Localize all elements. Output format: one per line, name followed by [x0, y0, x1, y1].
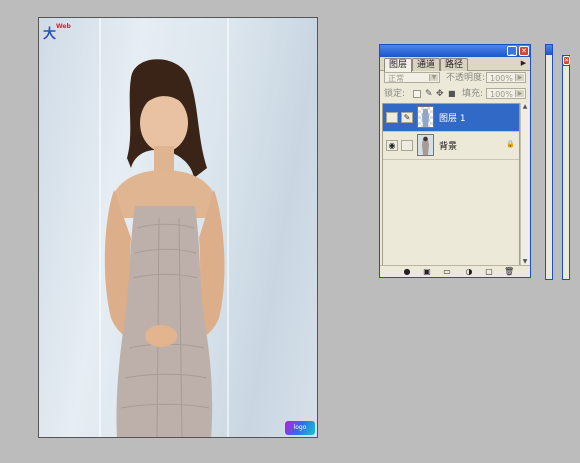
link-icon[interactable]: ● — [402, 267, 412, 276]
link-slot — [401, 140, 413, 151]
eye-icon[interactable]: ◉ — [386, 140, 398, 151]
layer-style-icon[interactable]: ▣ — [422, 267, 432, 276]
lock-transparency-icon[interactable] — [413, 90, 421, 98]
layer-row-layer1[interactable]: ✎ 图层 1 — [383, 104, 519, 132]
layer-list-scrollbar[interactable]: ▲ ▼ — [520, 103, 529, 266]
visibility-toggle-empty[interactable] — [386, 112, 398, 123]
blend-row: 正常 ▼ 不透明度: 100% ▶ — [380, 71, 530, 85]
lock-label: 锁定: — [384, 89, 406, 99]
layer-name: 背景 — [439, 142, 458, 152]
opacity-input[interactable]: 100% ▶ — [486, 72, 526, 83]
dropdown-arrow-icon: ▼ — [429, 74, 438, 81]
panel-titlebar[interactable]: _ ✕ — [380, 45, 530, 57]
tab-channels[interactable]: 通道 — [412, 58, 441, 71]
lock-paint-icon[interactable]: ✎ — [425, 87, 433, 101]
close-icon[interactable]: ✕ — [563, 56, 570, 65]
opacity-label: 不透明度: — [446, 73, 486, 83]
fill-input[interactable]: 100% ▶ — [486, 88, 526, 99]
close-icon[interactable]: ✕ — [519, 46, 529, 56]
fill-value: 100% — [490, 90, 513, 99]
collapsed-panel[interactable] — [545, 44, 553, 280]
dropdown-arrow-icon: ▶ — [515, 74, 524, 81]
layer-row-background[interactable]: ◉ 背景 🔒 — [383, 132, 519, 160]
blend-mode-value: 正常 — [388, 74, 404, 83]
lock-all-icon[interactable]: ■ — [448, 87, 456, 101]
lock-icon: 🔒 — [506, 140, 515, 148]
layers-bottom-toolbar: ● ▣ ▭ ◑ ▢ 🗑 — [380, 265, 530, 277]
minimize-icon[interactable]: _ — [507, 46, 517, 56]
blend-mode-select[interactable]: 正常 ▼ — [384, 72, 440, 83]
panel-tabs: 图层 通道 路径 ▶ — [380, 57, 530, 72]
lock-move-icon[interactable]: ✥ — [436, 87, 444, 101]
watermark-logo-bottom: logo — [285, 421, 315, 435]
fill-label: 填充: — [462, 89, 484, 99]
watermark-logo: 大Web — [43, 23, 71, 42]
new-layer-icon[interactable]: ▢ — [484, 267, 494, 276]
layer-thumbnail — [417, 134, 434, 156]
brush-icon: ✎ — [401, 112, 413, 123]
trash-icon[interactable]: 🗑 — [504, 267, 514, 276]
tab-paths[interactable]: 路径 — [440, 58, 469, 71]
photo-woman-dress — [104, 59, 225, 437]
layer-thumbnail — [417, 106, 434, 128]
dropdown-arrow-icon: ▶ — [515, 90, 524, 97]
layers-panel: _ ✕ 图层 通道 路径 ▶ 正常 ▼ 不透明度: 100% ▶ 锁定: ✎ ✥… — [379, 44, 531, 278]
panel-titlebar[interactable] — [546, 45, 552, 55]
panel-menu-arrow-icon[interactable]: ▶ — [519, 59, 528, 68]
mask-icon[interactable]: ▭ — [442, 267, 452, 276]
panel-titlebar[interactable]: ✕ — [563, 56, 570, 66]
layer-name: 图层 1 — [439, 114, 466, 124]
collapsed-panel[interactable]: ✕ — [562, 55, 570, 280]
opacity-value: 100% — [490, 74, 513, 83]
tab-layers[interactable]: 图层 — [384, 58, 413, 72]
document-canvas[interactable]: 大Web logo — [38, 17, 318, 438]
layer-list[interactable]: ✎ 图层 1 ◉ 背景 🔒 — [382, 103, 520, 268]
adjustment-icon[interactable]: ◑ — [464, 267, 474, 276]
scroll-up-icon[interactable]: ▲ — [521, 103, 529, 111]
lock-row: 锁定: ✎ ✥ ■ 填充: 100% ▶ — [380, 87, 530, 101]
